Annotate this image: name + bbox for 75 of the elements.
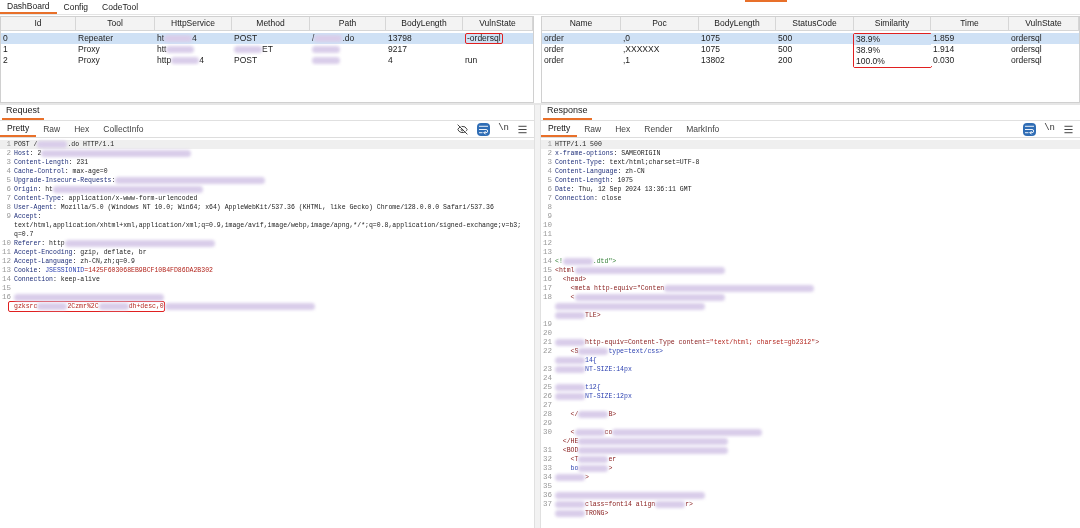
table-cell: http 4 — [157, 55, 204, 66]
column-header[interactable]: HttpService — [155, 17, 232, 31]
panel-title: Request — [2, 105, 44, 120]
table-cell: 9217 — [388, 44, 407, 55]
editor-tab[interactable]: Render — [637, 121, 680, 137]
table-cell: ET — [234, 44, 273, 55]
menu-icon[interactable] — [1063, 123, 1074, 135]
column-header[interactable]: BodyLength — [699, 17, 776, 31]
editor-tab[interactable]: CollectInfo — [96, 121, 151, 137]
table-cell: ordersql — [1011, 33, 1042, 44]
editor-tab[interactable]: MarkInfo — [679, 121, 727, 137]
column-header[interactable]: Path — [310, 17, 386, 31]
column-header[interactable]: Method — [232, 17, 310, 31]
table-cell: 13802 — [701, 55, 725, 66]
table-cell: Repeater — [78, 33, 113, 44]
column-header[interactable]: BodyLength — [386, 17, 463, 31]
table-cell: Proxy — [78, 55, 100, 66]
newline-toggle[interactable]: \n — [1044, 122, 1055, 136]
wrap-icon[interactable] — [1023, 122, 1037, 136]
hide-icon[interactable] — [456, 122, 470, 136]
editor-tab[interactable]: Pretty — [541, 121, 578, 137]
editor-tab[interactable]: Raw — [36, 121, 68, 137]
table-cell: 0 — [3, 33, 8, 44]
table-cell: 1075 — [701, 33, 720, 44]
table-cell: POST — [234, 55, 258, 66]
column-header[interactable]: Name — [542, 17, 621, 31]
tab-indicator — [745, 0, 787, 2]
table-cell: 0.030 — [933, 55, 955, 66]
table-cell: ,1 — [623, 55, 631, 66]
editor-tab[interactable]: Hex — [608, 121, 638, 137]
table-cell: 4 — [388, 55, 393, 66]
column-header[interactable]: Poc — [621, 17, 699, 31]
newline-toggle[interactable]: \n — [498, 122, 509, 136]
table-cell: POST — [234, 33, 258, 44]
table-cell: 1.859 — [933, 33, 955, 44]
editor-tab[interactable]: Raw — [577, 121, 609, 137]
menu-icon[interactable] — [517, 123, 528, 135]
table-cell: 1075 — [701, 44, 720, 55]
table-cell: 13798 — [388, 33, 412, 44]
table-cell: 38.9% — [856, 45, 881, 56]
column-header[interactable]: Time — [931, 17, 1009, 31]
table-cell: ht 4 — [157, 33, 197, 44]
table-cell — [312, 55, 340, 66]
table-cell: ordersql — [1011, 55, 1042, 66]
table-cell: 500 — [778, 44, 793, 55]
table-cell: run — [465, 55, 478, 66]
column-header[interactable]: Similarity — [854, 17, 931, 31]
table-cell: order — [544, 55, 564, 66]
column-header[interactable]: Id — [1, 17, 76, 31]
table-cell — [312, 44, 340, 55]
column-header[interactable]: Tool — [76, 17, 155, 31]
editor-tab[interactable]: Pretty — [0, 121, 37, 137]
wrap-icon[interactable] — [477, 122, 491, 136]
table-cell: ,0 — [623, 33, 631, 44]
main-tab[interactable]: CodeTool — [95, 0, 146, 14]
table-cell: / .do — [312, 33, 355, 44]
table-cell: order — [544, 33, 564, 44]
table-cell: 1 — [3, 44, 8, 55]
panel-title: Response — [543, 105, 592, 120]
table-cell: ,XXXXXX — [623, 44, 660, 55]
table-cell: Proxy — [78, 44, 100, 55]
table-cell: order — [544, 44, 564, 55]
column-header[interactable]: VulnState — [463, 17, 533, 31]
editor-tab[interactable]: Hex — [67, 121, 97, 137]
table-cell: 200 — [778, 55, 793, 66]
column-header[interactable]: VulnState — [1009, 17, 1079, 31]
table-cell: 100.0% — [856, 56, 885, 67]
main-tab[interactable]: Config — [56, 0, 96, 14]
table-cell: ordersql — [1011, 44, 1042, 55]
table-cell: 38.9% — [856, 34, 881, 45]
table-cell: htt — [157, 44, 195, 55]
column-header[interactable]: StatusCode — [776, 17, 854, 31]
table-cell: 1.914 — [933, 44, 955, 55]
table-cell: 500 — [778, 33, 793, 44]
table-cell: 2 — [3, 55, 8, 66]
